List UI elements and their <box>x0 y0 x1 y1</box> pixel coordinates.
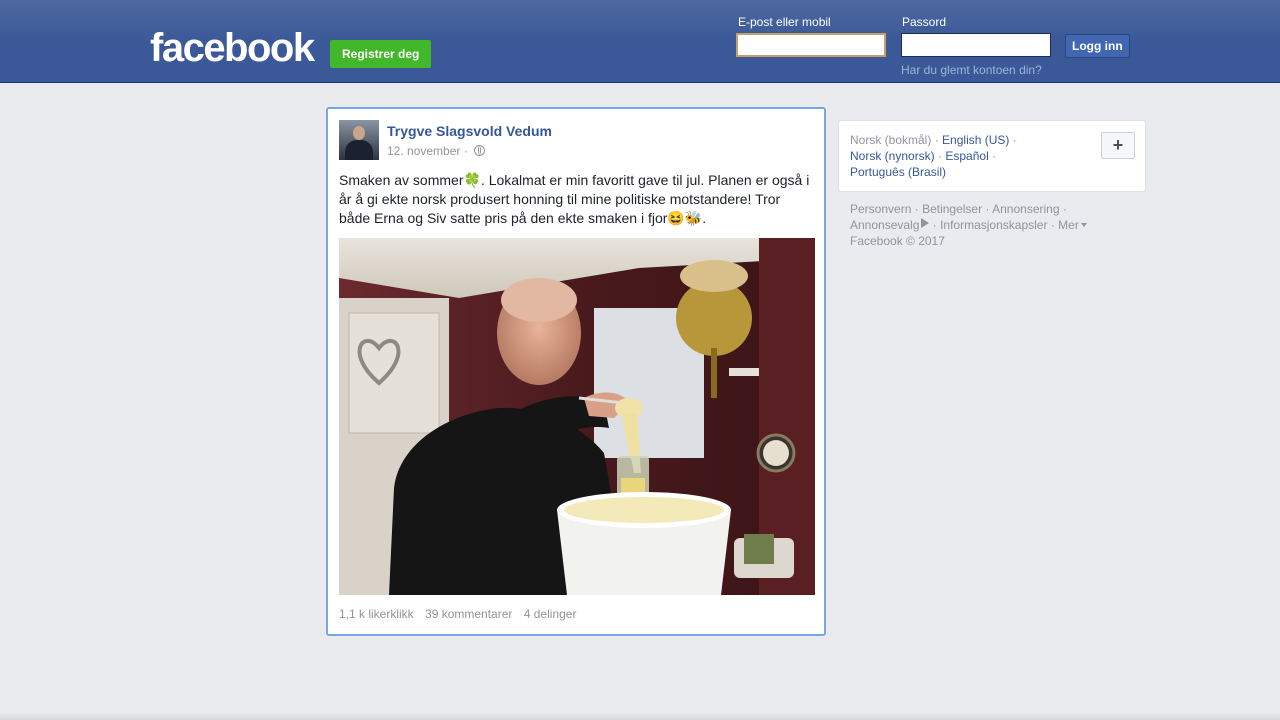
login-button[interactable]: Logg inn <box>1065 34 1130 58</box>
language-portugues-brasil[interactable]: Português (Brasil) <box>850 165 946 179</box>
password-label: Passord <box>902 15 947 29</box>
post-date-link[interactable]: 12. november <box>387 144 460 158</box>
top-bar: facebook Registrer deg E-post eller mobi… <box>0 0 1280 83</box>
more-languages-button[interactable]: + <box>1101 132 1135 159</box>
post-stats: 1,1 k likerklikk 39 kommentarer 4 deling… <box>339 607 584 621</box>
footer-links: Personvern · Betingelser · Annonsering ·… <box>850 201 1140 249</box>
four-leaf-clover-icon: 🍀 <box>463 172 481 188</box>
shares-count-link[interactable]: 4 delinger <box>524 607 577 621</box>
footer-link-annonsering[interactable]: Annonsering <box>992 202 1059 216</box>
email-field[interactable] <box>736 33 886 57</box>
footer-link-personvern[interactable]: Personvern <box>850 202 911 216</box>
author-avatar[interactable] <box>339 120 379 160</box>
current-language: Norsk (bokmål) <box>850 133 932 147</box>
post-text-part: . <box>702 210 707 226</box>
footer-link-annonsevalg[interactable]: Annonsevalg <box>850 218 919 232</box>
separator: · <box>1062 202 1067 216</box>
password-field[interactable] <box>901 33 1051 57</box>
likes-count-link[interactable]: 1,1 k likerklikk <box>339 607 414 621</box>
footer-link-more[interactable]: Mer <box>1058 218 1079 232</box>
forgot-account-link[interactable]: Har du glemt kontoen din? <box>901 63 1042 77</box>
separator: · <box>1050 218 1055 232</box>
post-author-link[interactable]: Trygve Slagsvold Vedum <box>387 123 552 139</box>
register-button[interactable]: Registrer deg <box>330 40 432 68</box>
email-label: E-post eller mobil <box>738 15 831 29</box>
separator: · <box>985 202 990 216</box>
meta-separator: · <box>463 144 468 158</box>
post-card: Trygve Slagsvold Vedum 12. november · Sm… <box>326 107 826 636</box>
separator: · <box>992 149 997 163</box>
post-photo[interactable] <box>339 238 815 595</box>
copyright: Facebook © 2017 <box>850 234 945 248</box>
separator: · <box>932 218 937 232</box>
post-text-part: Smaken av sommer <box>339 172 464 188</box>
footer-link-cookies[interactable]: Informasjonskapsler <box>940 218 1047 232</box>
facebook-logo[interactable]: facebook <box>150 26 315 70</box>
language-selector: Norsk (bokmål) · English (US) · Norsk (n… <box>838 120 1146 192</box>
separator: · <box>914 202 919 216</box>
bee-icon: 🐝 <box>684 210 703 226</box>
bottom-edge <box>0 712 1280 720</box>
separator: · <box>938 149 943 163</box>
comments-count-link[interactable]: 39 kommentarer <box>425 607 512 621</box>
post-text: Smaken av sommer🍀. Lokalmat er min favor… <box>339 171 815 228</box>
laughing-face-icon: 😆 <box>667 210 685 226</box>
language-espanol[interactable]: Español <box>945 149 988 163</box>
language-english-us[interactable]: English (US) <box>942 133 1009 147</box>
language-norsk-nynorsk[interactable]: Norsk (nynorsk) <box>850 149 935 163</box>
caret-down-icon[interactable] <box>1080 223 1087 227</box>
footer-link-betingelser[interactable]: Betingelser <box>922 202 982 216</box>
globe-icon[interactable] <box>474 145 486 156</box>
adchoices-icon[interactable] <box>921 218 930 228</box>
separator: · <box>1012 133 1017 147</box>
post-meta: 12. november · <box>387 144 486 158</box>
separator: · <box>934 133 939 147</box>
